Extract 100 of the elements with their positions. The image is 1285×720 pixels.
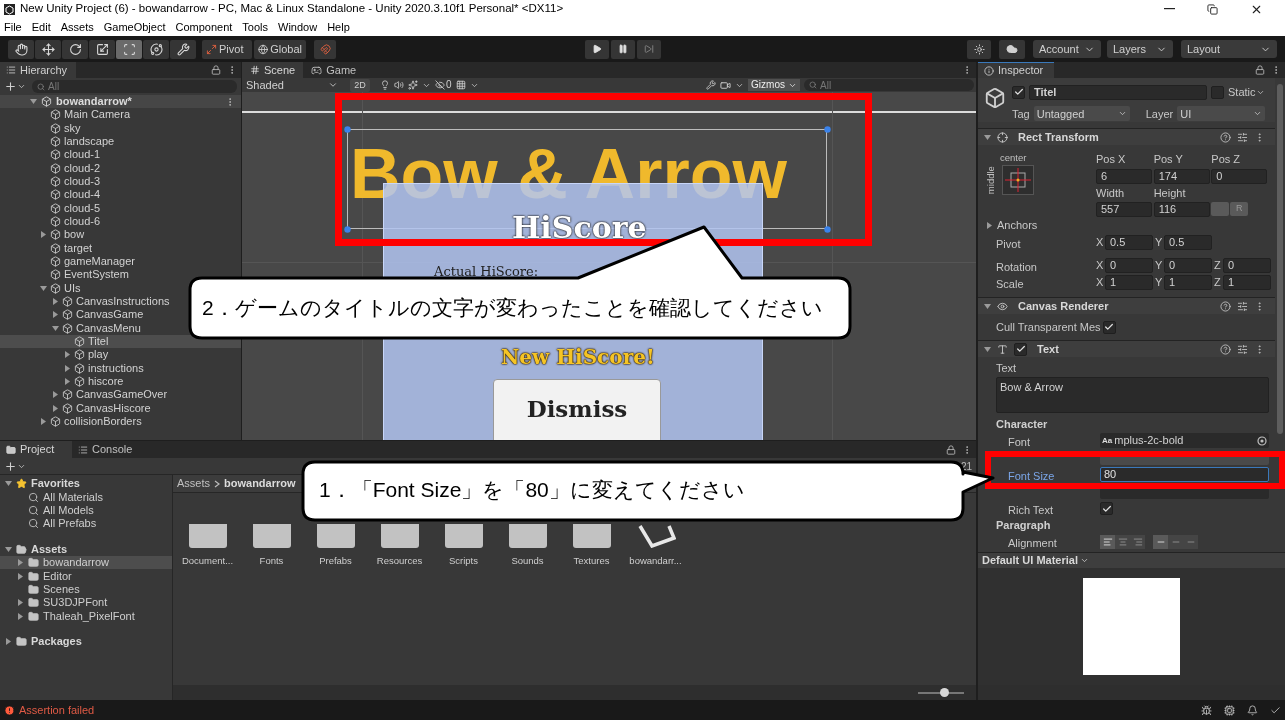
hierarchy-item[interactable]: cloud-2	[0, 161, 101, 175]
text-area[interactable]: Bow & Arrow	[996, 376, 1269, 413]
hierarchy-item[interactable]: cloud-4	[0, 188, 101, 202]
font-size-field[interactable]: 80	[1100, 467, 1269, 482]
inspector-tab[interactable]: Inspector	[978, 62, 1054, 78]
tool-button[interactable]	[62, 39, 88, 59]
dismiss-button[interactable]: Dismiss	[493, 379, 661, 440]
hierarchy-item[interactable]: hiscore	[0, 374, 124, 389]
hierarchy-item[interactable]: CanvasGame	[0, 308, 144, 322]
breadcrumb-item[interactable]: Assets	[177, 475, 210, 492]
menu-item[interactable]: GameObject	[103, 18, 166, 36]
create-button[interactable]	[4, 80, 26, 93]
project-tree-item[interactable]: All Prefabs	[0, 517, 172, 531]
play-button[interactable]	[585, 39, 609, 59]
component-header[interactable]: Text	[978, 340, 1275, 357]
menu-item[interactable]: Edit	[31, 18, 51, 36]
number-field[interactable]: 116	[1153, 202, 1210, 217]
number-field[interactable]: 1	[1164, 275, 1212, 290]
icon-size-slider[interactable]	[918, 691, 964, 694]
menu-item[interactable]: File	[4, 18, 22, 36]
panel-tab[interactable]: Console	[72, 441, 144, 458]
hierarchy-item[interactable]: sky	[0, 121, 81, 135]
cull-checkbox[interactable]	[1102, 320, 1116, 334]
number-field[interactable]: 0	[1223, 258, 1271, 273]
hierarchy-item[interactable]: CanvasMenu	[0, 321, 141, 335]
hierarchy-item[interactable]: CanvasInstructions	[0, 294, 170, 309]
cloud-button[interactable]	[999, 39, 1025, 59]
asset-label[interactable]: Fonts	[259, 554, 284, 569]
hierarchy-item[interactable]: instructions	[0, 361, 144, 375]
scrollbar-thumb[interactable]	[1277, 84, 1283, 434]
number-field[interactable]: 1	[1105, 275, 1153, 290]
asset-label[interactable]: Scripts	[448, 554, 478, 569]
enabled-checkbox[interactable]	[1014, 342, 1027, 356]
view-tab[interactable]: Scene	[242, 62, 304, 78]
pivot-button[interactable]: Pivot	[202, 39, 252, 59]
layers-dropdown[interactable]: Layers	[1107, 40, 1173, 58]
create-button[interactable]	[4, 459, 26, 473]
asset-label[interactable]: Sounds	[511, 554, 544, 569]
view-tab[interactable]: Game	[303, 62, 365, 78]
2d-button[interactable]: 2D	[350, 78, 370, 92]
scene-root-item[interactable]: bowandarrow*	[0, 95, 241, 108]
project-tree-item[interactable]: Editor	[0, 569, 172, 583]
static-dropdown[interactable]: Static	[1228, 84, 1265, 101]
layout-dropdown[interactable]: Layout	[1181, 40, 1277, 58]
component-header[interactable]: Rect Transform	[978, 128, 1275, 145]
project-tree-item[interactable]: Packages	[0, 634, 172, 649]
hierarchy-item[interactable]: EventSystem	[0, 268, 129, 282]
slider-thumb[interactable]	[940, 687, 950, 697]
panel-tab[interactable]: Project	[0, 441, 72, 458]
services-button[interactable]	[967, 39, 991, 59]
visibility-toggle[interactable]: 0	[435, 79, 452, 91]
asset-label[interactable]: Resources	[376, 554, 423, 569]
hierarchy-item[interactable]: play	[0, 348, 109, 362]
hierarchy-item[interactable]: Main Camera	[0, 108, 131, 122]
tool-button[interactable]	[116, 39, 142, 59]
align-button[interactable]	[1100, 535, 1115, 549]
hierarchy-item[interactable]: gameManager	[0, 254, 135, 269]
hierarchy-item[interactable]: bow	[0, 228, 85, 242]
hierarchy-item[interactable]: collisionBorders	[0, 414, 142, 429]
number-field[interactable]: 0	[1211, 168, 1268, 184]
number-field[interactable]: 174	[1153, 168, 1210, 184]
project-tree-item[interactable]: SU3DJPFont	[0, 596, 172, 610]
hierarchy-item[interactable]: cloud-6	[0, 214, 101, 229]
layer-dropdown[interactable]: UI	[1177, 106, 1266, 122]
menu-item[interactable]: Tools	[242, 18, 269, 36]
anchor-preset-button[interactable]	[1002, 165, 1034, 196]
hierarchy-tab[interactable]: Hierarchy	[0, 62, 76, 78]
font-field[interactable]: Aa mplus-2c-bold	[1100, 433, 1269, 448]
menu-item[interactable]: Assets	[60, 18, 94, 36]
hierarchy-item[interactable]: target	[0, 241, 93, 255]
hierarchy-item[interactable]: UIs	[0, 281, 81, 295]
number-field[interactable]: 1	[1223, 275, 1271, 290]
snap-button[interactable]	[314, 39, 336, 59]
menu-item[interactable]: Window	[278, 18, 318, 36]
component-header[interactable]: Canvas Renderer	[978, 297, 1275, 314]
tool-button[interactable]	[170, 39, 196, 59]
asset-label[interactable]: bowandarr...	[629, 554, 682, 569]
pause-button[interactable]	[611, 39, 635, 59]
rich-text-checkbox[interactable]	[1100, 502, 1113, 515]
hierarchy-item[interactable]: landscape	[0, 134, 115, 149]
breadcrumb-item[interactable]: bowandarrow	[224, 475, 296, 492]
account-dropdown[interactable]: Account	[1033, 40, 1101, 58]
project-tree-item[interactable]: All Models	[0, 503, 172, 518]
number-field[interactable]: 6	[1096, 168, 1152, 184]
project-tree-item[interactable]: Favorites	[0, 477, 172, 491]
hierarchy-item[interactable]: cloud-3	[0, 174, 101, 189]
number-field[interactable]: 0.5	[1105, 235, 1153, 250]
number-field[interactable]: 0	[1105, 258, 1153, 273]
hierarchy-item[interactable]: cloud-5	[0, 201, 101, 215]
asset-label[interactable]: Textures	[573, 554, 610, 569]
number-field[interactable]: 557	[1096, 202, 1152, 217]
tool-button[interactable]	[35, 39, 61, 59]
project-tree-item[interactable]: Assets	[0, 542, 172, 556]
hierarchy-item[interactable]: CanvasHiscore	[0, 401, 151, 415]
tool-button[interactable]	[8, 39, 34, 59]
name-field[interactable]: Titel	[1029, 84, 1207, 100]
tool-button[interactable]	[143, 39, 169, 59]
number-field[interactable]: 0	[1164, 258, 1212, 273]
gizmos-dropdown[interactable]: Gizmos	[748, 79, 800, 91]
tool-button[interactable]	[89, 39, 115, 59]
